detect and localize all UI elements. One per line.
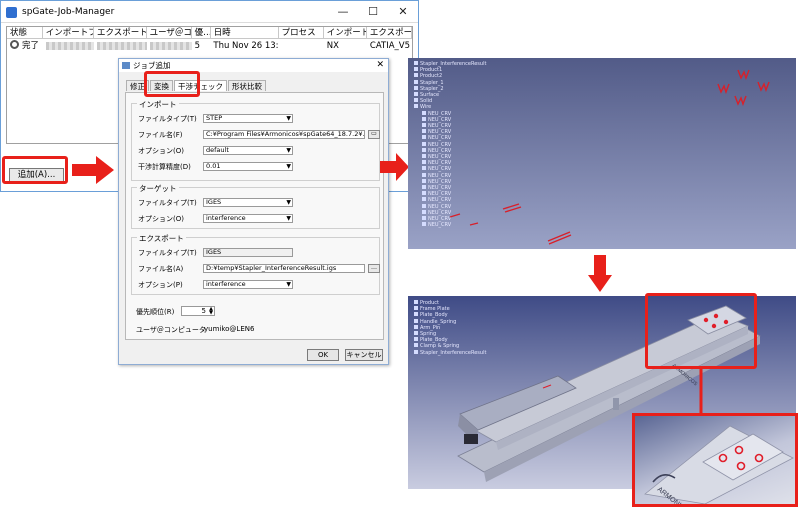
job-list-header: 状態 インポートファイル エクスポートファイル ユーザ＠コンピ… 優… 日時 プ… <box>7 27 412 39</box>
import-option-label: オプション(O) <box>138 147 184 155</box>
priority-value: 5 <box>201 307 206 315</box>
title-bar[interactable]: spGate-Job-Manager — ☐ ✕ <box>1 1 418 23</box>
chevron-down-icon: ▼ <box>286 147 291 154</box>
import-filetype-value: STEP <box>206 114 223 122</box>
add-button-highlight <box>2 156 68 184</box>
app-icon <box>6 7 17 18</box>
zoom-inset: ARMONICOS <box>632 413 798 507</box>
pad-highlight <box>645 293 757 369</box>
import-option-value: default <box>206 146 229 154</box>
column-header[interactable]: インポートファイル <box>43 27 95 39</box>
user-value: yumiko@LEN6 <box>204 325 255 333</box>
interference-tab-highlight <box>144 71 200 97</box>
browse-folder-icon[interactable]: … <box>368 264 380 273</box>
tolerance-value: 0.01 <box>206 162 221 170</box>
tolerance-label: 干渉計算精度(D) <box>138 163 191 171</box>
import-filetype-select[interactable]: STEP ▼ <box>203 114 293 123</box>
export-group: エクスポート ファイルタイプ(T) IGES ファイル名(A) D:¥temp¥… <box>131 233 380 295</box>
column-header[interactable]: 日時 <box>211 27 279 39</box>
target-group: ターゲット ファイルタイプ(T) IGES ▼ オプション(O) interfer… <box>131 183 380 229</box>
target-filetype-select[interactable]: IGES ▼ <box>203 198 293 207</box>
arrow-right-icon <box>380 153 409 181</box>
target-group-label: ターゲット <box>137 183 179 194</box>
arrow-down-icon <box>588 255 612 292</box>
user-label: ユーザ＠コンピュータ <box>136 326 206 334</box>
column-header[interactable]: 優… <box>192 27 211 39</box>
column-header[interactable]: インポートタイプ <box>324 27 367 39</box>
arrow-right-icon <box>72 156 114 184</box>
column-header[interactable]: プロセス <box>279 27 324 39</box>
target-option-select[interactable]: interference ▼ <box>203 214 293 223</box>
redacted-text <box>45 42 94 50</box>
column-header[interactable]: ユーザ＠コンピ… <box>147 27 192 39</box>
ok-button[interactable]: OK <box>307 349 339 361</box>
complete-status-icon <box>10 40 19 49</box>
export-filename-input[interactable]: D:¥temp¥Stapler_InterferenceResult.igs <box>203 264 365 273</box>
dialog-icon <box>122 62 130 69</box>
redacted-text <box>149 42 192 50</box>
zoom-connector <box>699 368 703 416</box>
spinner-arrows-icon: ▲ ▼ <box>209 306 213 316</box>
target-filetype-label: ファイルタイプ(T) <box>138 199 197 207</box>
row-priority: 5 <box>194 41 201 51</box>
target-option-value: interference <box>206 214 246 222</box>
row-datetime: Thu Nov 26 13:08:58 2020 <box>213 41 279 51</box>
export-option-label: オプション(P) <box>138 281 183 289</box>
target-option-label: オプション(O) <box>138 215 184 223</box>
priority-label: 優先順位(R) <box>136 308 175 316</box>
export-group-label: エクスポート <box>137 233 186 244</box>
window-title: spGate-Job-Manager <box>22 7 115 17</box>
import-filename-input[interactable]: C:¥Program Files¥Armonicos¥spGate64_18.7… <box>203 130 365 139</box>
chevron-down-icon: ▼ <box>286 199 291 206</box>
cancel-button[interactable]: キャンセル <box>345 349 383 361</box>
interference-curves <box>449 69 770 245</box>
import-group-label: インポート <box>137 99 179 110</box>
tab-panel: インポート ファイルタイプ(T) STEP ▼ ファイル名(F) C:¥Progr… <box>125 92 384 340</box>
browse-folder-icon[interactable]: ▭ <box>368 130 380 139</box>
dialog-title: ジョブ追加 <box>133 61 171 70</box>
tolerance-select[interactable]: 0.01 ▼ <box>203 162 293 171</box>
row-export-type: CATIA_V5 <box>369 41 410 51</box>
export-option-value: interference <box>206 280 246 288</box>
export-option-select[interactable]: interference ▼ <box>203 280 293 289</box>
chevron-down-icon: ▼ <box>286 163 291 170</box>
target-filetype-value: IGES <box>206 198 222 206</box>
import-option-select[interactable]: default ▼ <box>203 146 293 155</box>
column-header[interactable]: エクスポートタイ… <box>367 27 412 39</box>
export-filename-label: ファイル名(A) <box>138 265 184 273</box>
row-import-type: NX <box>326 41 339 51</box>
cad-interference-view[interactable]: Stapler_InterferenceResult Product1 Prod… <box>408 58 796 249</box>
import-group: インポート ファイルタイプ(T) STEP ▼ ファイル名(F) C:¥Progr… <box>131 99 380 181</box>
redacted-text <box>97 42 147 50</box>
import-filetype-label: ファイルタイプ(T) <box>138 115 197 123</box>
add-job-dialog: ジョブ追加 ✕ 修正 変換 干渉チェック 形状比較 インポート ファイルタイプ(… <box>118 58 389 365</box>
column-header[interactable]: エクスポートファイル <box>94 27 147 39</box>
zoomed-pad: ARMONICOS <box>644 425 794 504</box>
chevron-down-icon: ▼ <box>286 215 291 222</box>
chevron-down-icon: ▼ <box>286 281 291 288</box>
column-header[interactable]: 状態 <box>7 27 43 39</box>
table-row[interactable]: 完了 5 Thu Nov 26 13:08:58 2020 NX CATIA_V… <box>7 40 412 53</box>
maximize-button[interactable]: ☐ <box>358 1 388 23</box>
close-icon[interactable]: ✕ <box>376 59 384 72</box>
tab-shape-compare[interactable]: 形状比較 <box>228 80 266 91</box>
export-filetype-field: IGES <box>203 248 293 257</box>
chevron-down-icon: ▼ <box>286 115 291 122</box>
priority-stepper[interactable]: 5 ▲ ▼ <box>181 306 215 316</box>
row-status: 完了 <box>22 41 40 51</box>
export-filetype-label: ファイルタイプ(T) <box>138 249 197 257</box>
close-button[interactable]: ✕ <box>388 1 418 23</box>
minimize-button[interactable]: — <box>328 1 358 23</box>
import-filename-label: ファイル名(F) <box>138 131 183 139</box>
